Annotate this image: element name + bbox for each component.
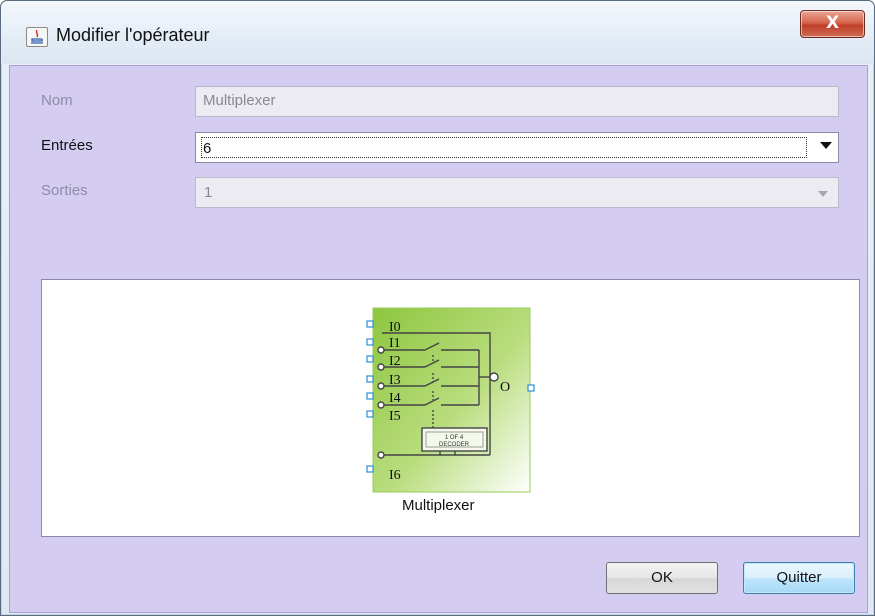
input-label-i4: I4 (389, 391, 401, 406)
operator-preview-panel: 1 OF 4 DECODER I0 I1 I2 I3 I4 I5 I6 O Mu… (41, 279, 860, 537)
input-label-i1: I1 (389, 336, 401, 351)
nom-field: Multiplexer (195, 86, 839, 117)
decoder-label-1: 1 OF 4 (445, 435, 464, 441)
input-port-i2[interactable] (366, 355, 374, 363)
title-bar[interactable]: Modifier l'opérateur X (1, 1, 874, 64)
input-port-i3[interactable] (366, 375, 374, 383)
output-label-o: O (500, 380, 510, 395)
java-app-icon (26, 27, 48, 47)
chevron-down-icon[interactable] (820, 142, 832, 149)
output-port-o[interactable] (527, 384, 535, 392)
input-label-i2: I2 (389, 354, 401, 369)
input-port-i4[interactable] (366, 392, 374, 400)
input-port-i1[interactable] (366, 338, 374, 346)
input-label-i6: I6 (389, 468, 401, 483)
entrees-label: Entrées (41, 137, 93, 154)
dialog-window: Modifier l'opérateur X Nom Multiplexer E… (0, 0, 875, 616)
sorties-selected-value: 1 (204, 184, 213, 201)
window-title: Modifier l'opérateur (56, 25, 210, 45)
chevron-down-icon (818, 191, 828, 197)
ok-button[interactable]: OK (606, 562, 718, 594)
nom-label: Nom (41, 92, 73, 109)
input-port-i5[interactable] (366, 410, 374, 418)
operator-name-label: Multiplexer (402, 497, 475, 514)
entrees-select[interactable]: 6 (195, 132, 839, 163)
input-label-i0: I0 (389, 320, 401, 335)
input-label-i3: I3 (389, 373, 401, 388)
input-port-i0[interactable] (366, 320, 374, 328)
close-button[interactable]: X (800, 10, 865, 38)
sorties-select: 1 (195, 177, 839, 208)
input-label-i5: I5 (389, 409, 401, 424)
quit-button[interactable]: Quitter (743, 562, 855, 594)
entrees-selected-value: 6 (201, 137, 807, 158)
decoder-label-2: DECODER (439, 442, 470, 448)
sorties-label: Sorties (41, 182, 88, 199)
close-icon: X (825, 13, 840, 33)
input-port-i6[interactable] (366, 465, 374, 473)
dialog-content: Nom Multiplexer Entrées 6 Sorties 1 1 OF… (9, 65, 868, 613)
